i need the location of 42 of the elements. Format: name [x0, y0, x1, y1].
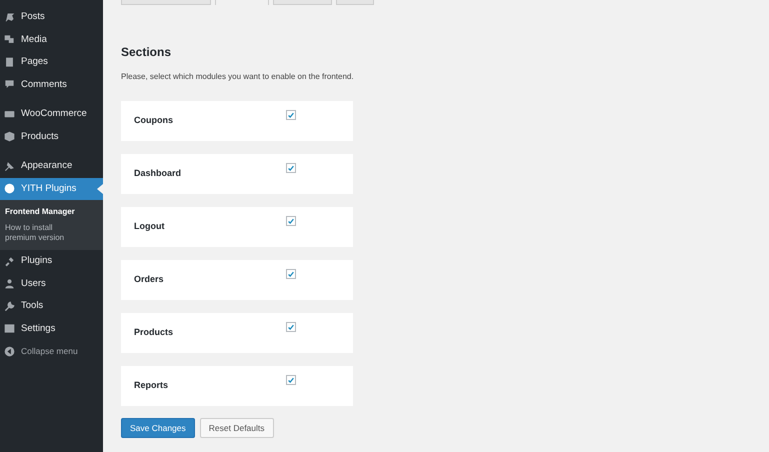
- module-label: Dashboard: [134, 167, 182, 180]
- media-icon: [4, 34, 15, 46]
- section-description: Please, select which modules you want to enable on the frontend.: [121, 71, 355, 83]
- checkbox[interactable]: [286, 375, 296, 385]
- grid-icon: [4, 323, 15, 334]
- menu-item[interactable]: Products: [0, 126, 103, 148]
- menu-item[interactable]: YITH Plugins: [0, 178, 103, 200]
- module-label: Reports: [134, 379, 170, 392]
- checkbox[interactable]: [286, 216, 296, 226]
- menu-item[interactable]: Users: [0, 272, 103, 295]
- checkbox[interactable]: [286, 269, 296, 279]
- module-label: Products: [134, 326, 174, 340]
- speech-bubble-icon: [4, 79, 15, 90]
- user-icon: [4, 278, 15, 290]
- plug-icon: [4, 256, 15, 267]
- checkbox[interactable]: [286, 110, 296, 120]
- reset-button[interactable]: Reset Defaults: [200, 418, 274, 438]
- checkbox[interactable]: [286, 163, 296, 173]
- menu-item[interactable]: Appearance: [0, 155, 103, 178]
- menu-item[interactable]: Settings: [0, 318, 103, 340]
- store-icon: [4, 108, 15, 120]
- menu-item[interactable]: Tools: [0, 295, 103, 318]
- page-icon: [4, 56, 15, 68]
- menu-item[interactable]: Pages: [0, 51, 103, 74]
- wrench-icon: [4, 300, 15, 312]
- section-title: Sections: [121, 44, 172, 61]
- box-icon: [4, 131, 15, 142]
- collapse-menu-button[interactable]: Collapse menu: [0, 340, 103, 362]
- menu-item[interactable]: Posts: [0, 6, 103, 28]
- checkbox[interactable]: [286, 322, 296, 332]
- module-label: Orders: [134, 273, 165, 286]
- module-label: Coupons: [134, 114, 174, 128]
- brush-icon: [4, 160, 15, 172]
- submenu-item[interactable]: How to install premium version: [5, 223, 77, 243]
- submenu-item[interactable]: Frontend Manager: [5, 207, 77, 217]
- module-label: Logout: [134, 220, 166, 234]
- menu-item[interactable]: Media: [0, 28, 103, 51]
- save-button[interactable]: Save Changes: [121, 418, 195, 438]
- menu-item[interactable]: WooCommerce: [0, 103, 103, 126]
- menu-item[interactable]: Plugins: [0, 250, 103, 272]
- collapse-icon: [4, 346, 15, 356]
- menu-item[interactable]: Comments: [0, 74, 103, 96]
